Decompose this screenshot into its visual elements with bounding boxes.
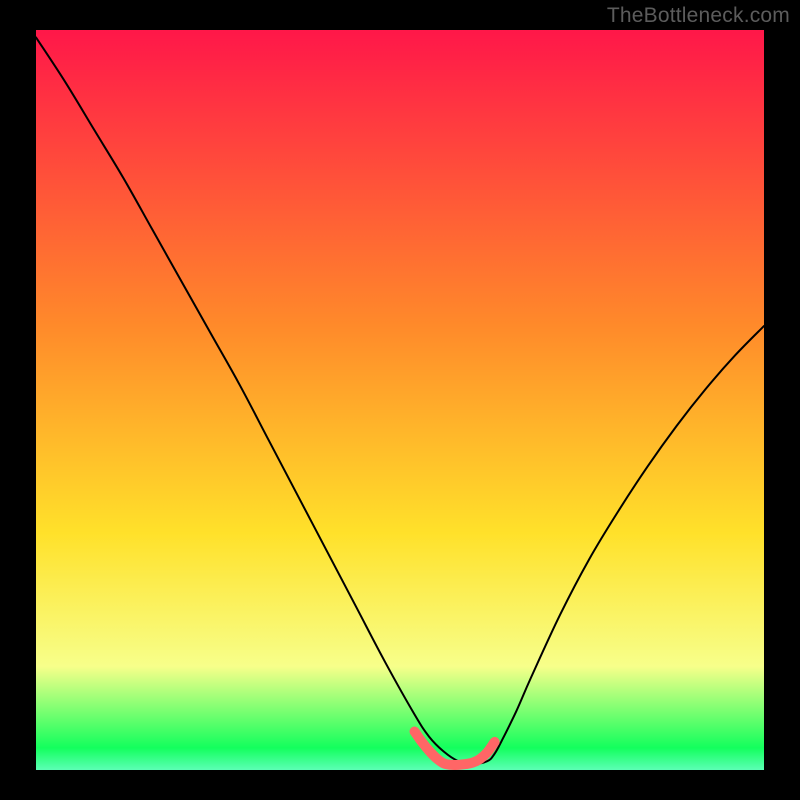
gradient-background [36,30,764,770]
chart-svg [36,30,764,770]
watermark-text: TheBottleneck.com [607,4,790,28]
chart-frame: TheBottleneck.com [0,0,800,800]
plot-area [36,30,764,770]
